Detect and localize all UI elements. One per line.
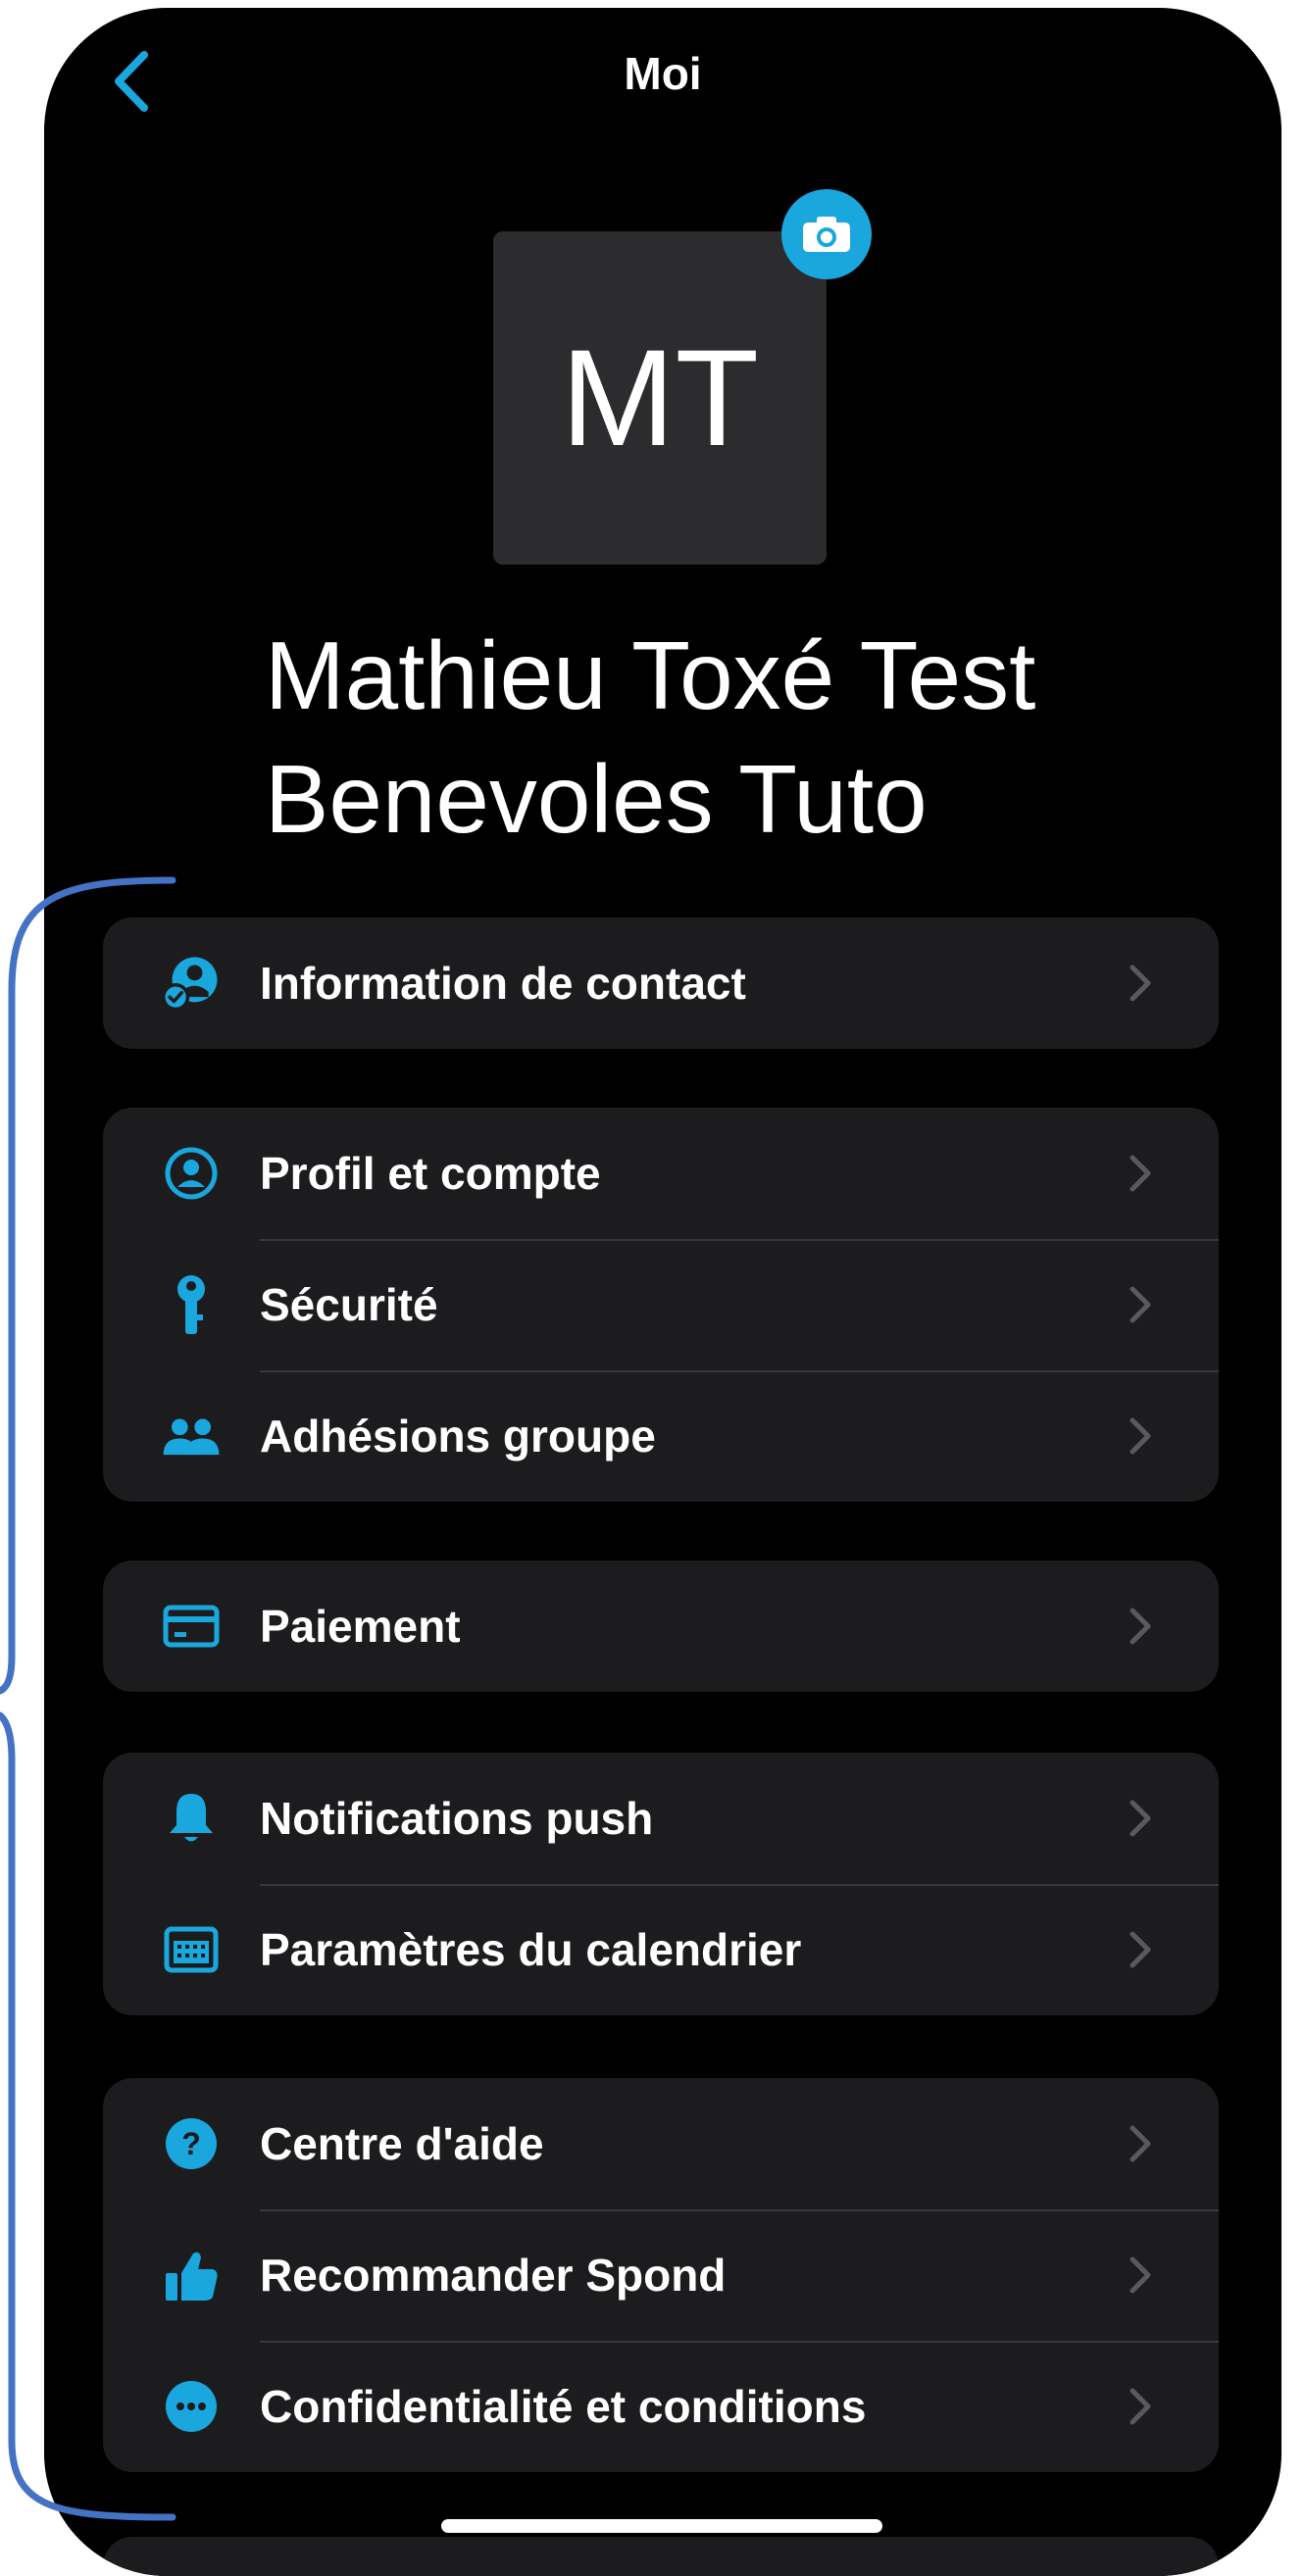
menu-item-label: Profil et compte <box>260 1148 601 1199</box>
camera-icon <box>803 217 850 252</box>
chevron-right-icon <box>1121 2124 1160 2163</box>
menu-item-label: Paiement <box>260 1601 461 1652</box>
menu-item-privacy-terms[interactable]: Confidentialité et conditions <box>103 2341 1219 2472</box>
menu-item-calendar-settings[interactable]: Paramètres du calendrier <box>103 1884 1219 2015</box>
chevron-right-icon <box>1121 2387 1160 2426</box>
menu-item-notifications[interactable]: Notifications push <box>103 1753 1219 1884</box>
contact-card: Information de contact <box>103 917 1219 1049</box>
menu-item-payment[interactable]: Paiement <box>103 1560 1219 1692</box>
chevron-right-icon <box>1121 1154 1160 1193</box>
menu-item-label: Information de contact <box>260 958 746 1009</box>
next-card-partial <box>103 2537 1219 2576</box>
contact-check-icon <box>162 954 221 1013</box>
bell-icon <box>162 1789 221 1848</box>
thumbs-up-icon <box>162 2246 221 2304</box>
menu-item-label: Recommander Spond <box>260 2250 727 2301</box>
chevron-right-icon <box>1121 1607 1160 1646</box>
home-indicator <box>441 2519 882 2533</box>
account-card: Profil et compte Sécurité Adhésions grou… <box>103 1108 1219 1502</box>
key-icon <box>162 1275 221 1334</box>
menu-item-recommend[interactable]: Recommander Spond <box>103 2209 1219 2341</box>
menu-item-label: Notifications push <box>260 1793 654 1844</box>
chevron-right-icon <box>1121 2255 1160 2295</box>
menu-item-label: Paramètres du calendrier <box>260 1924 802 1975</box>
group-icon <box>162 1407 221 1465</box>
chevron-right-icon <box>1121 1799 1160 1838</box>
menu-item-contact[interactable]: Information de contact <box>103 917 1219 1049</box>
menu-item-profile[interactable]: Profil et compte <box>103 1108 1219 1239</box>
chevron-right-icon <box>1121 1930 1160 1969</box>
menu-item-label: Confidentialité et conditions <box>260 2381 867 2432</box>
user-circle-icon <box>162 1144 221 1203</box>
menu-item-label: Adhésions groupe <box>260 1411 656 1461</box>
svg-text:?: ? <box>181 2126 201 2161</box>
settings-card: Notifications push Paramètres du calendr… <box>103 1753 1219 2015</box>
help-icon: ? <box>162 2114 221 2173</box>
menu-item-label: Sécurité <box>260 1279 438 1330</box>
avatar[interactable]: MT <box>493 231 827 565</box>
menu-item-help-center[interactable]: ? Centre d'aide <box>103 2078 1219 2209</box>
phone-screen: Moi MT Mathieu Toxé Test Benevoles Tuto <box>44 8 1281 2576</box>
avatar-initials: MT <box>560 321 760 474</box>
payment-card: Paiement <box>103 1560 1219 1692</box>
change-photo-button[interactable] <box>781 189 872 279</box>
chevron-right-icon <box>1121 964 1160 1003</box>
more-dots-icon <box>162 2377 221 2436</box>
profile-name: Mathieu Toxé Test Benevoles Tuto <box>265 621 1036 853</box>
credit-card-icon <box>162 1597 221 1656</box>
chevron-right-icon <box>1121 1285 1160 1324</box>
menu-item-security[interactable]: Sécurité <box>103 1239 1219 1370</box>
page-title: Moi <box>624 48 702 99</box>
calendar-icon <box>162 1920 221 1979</box>
support-card: ? Centre d'aide Recommander Spond Confid… <box>103 2078 1219 2472</box>
menu-item-groups[interactable]: Adhésions groupe <box>103 1370 1219 1502</box>
menu-item-label: Centre d'aide <box>260 2118 544 2169</box>
chevron-right-icon <box>1121 1416 1160 1456</box>
